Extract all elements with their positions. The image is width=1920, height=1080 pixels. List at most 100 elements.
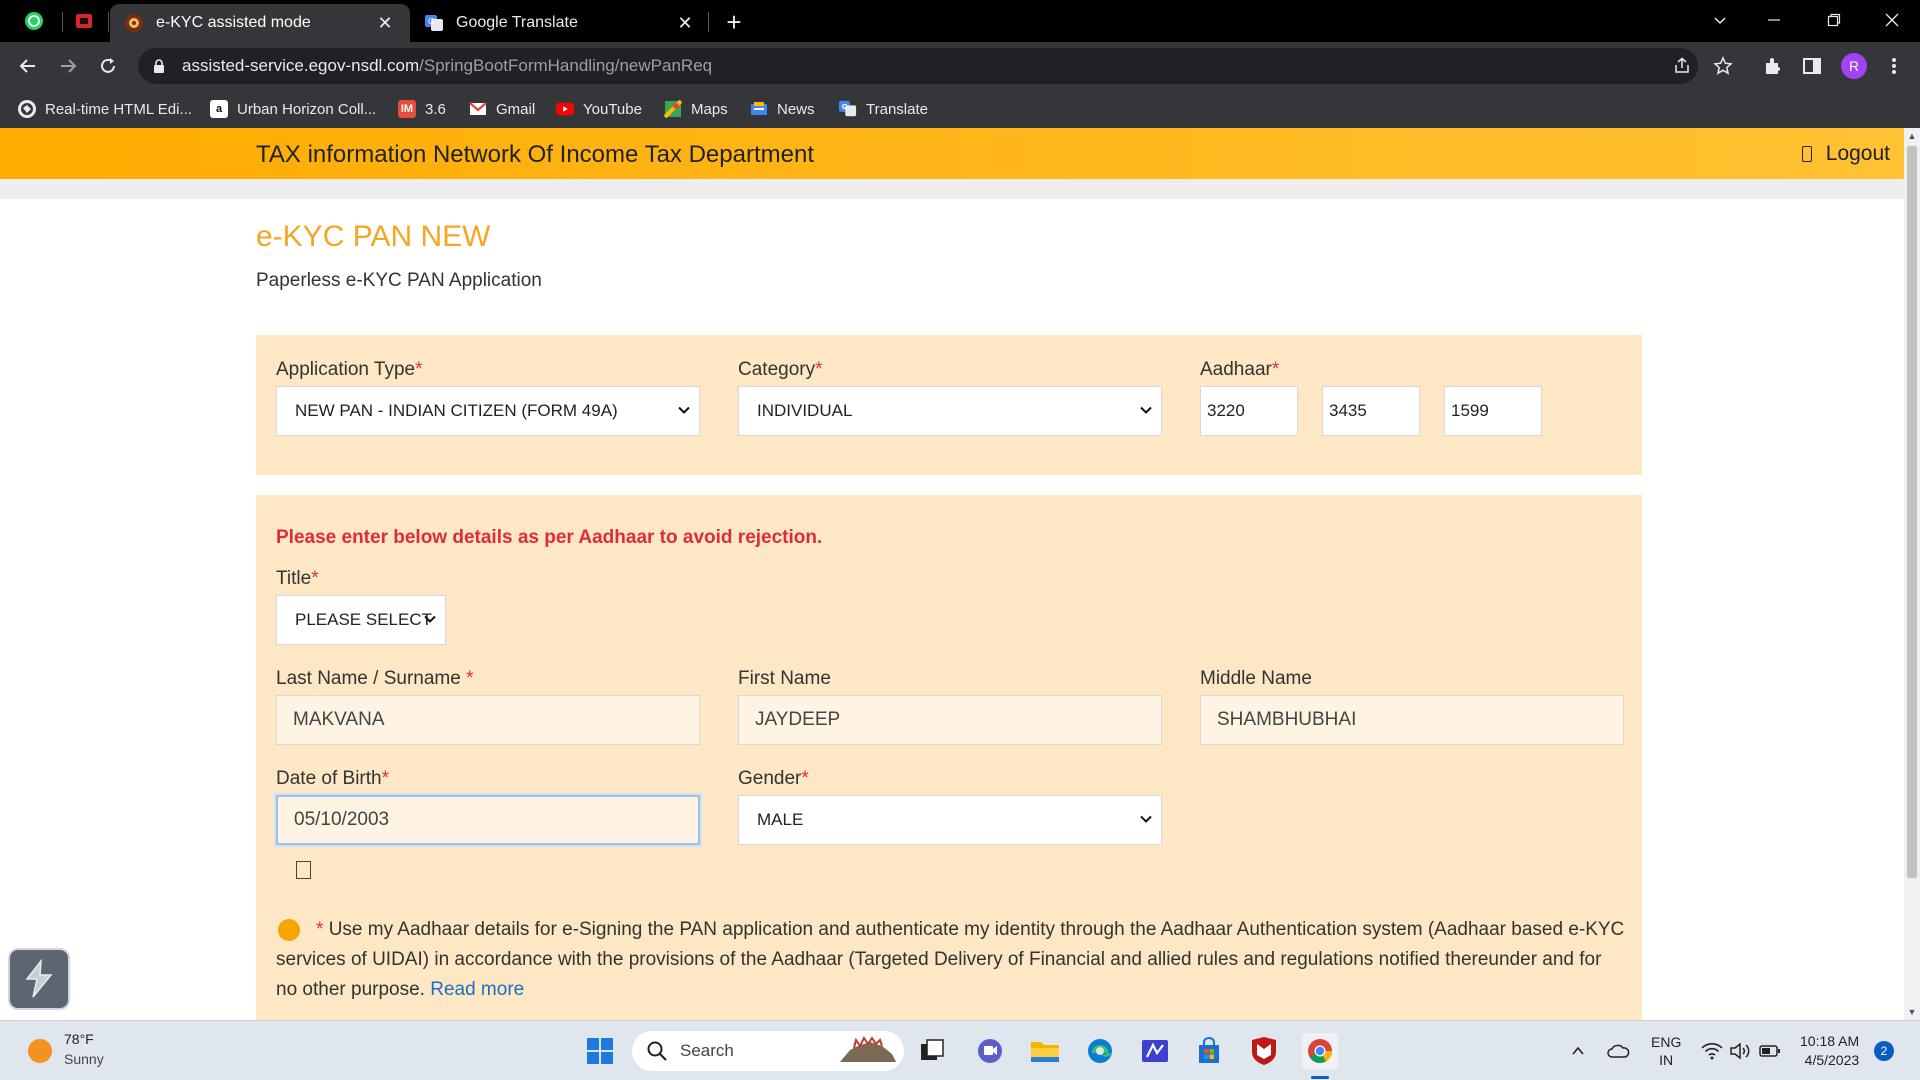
required-mark: * xyxy=(311,568,319,589)
edge-browser-button[interactable] xyxy=(1082,1033,1118,1069)
microsoft-store-button[interactable] xyxy=(1191,1033,1227,1069)
task-view-button[interactable] xyxy=(914,1033,950,1069)
volume-button[interactable] xyxy=(1728,1039,1752,1063)
battery-button[interactable] xyxy=(1758,1039,1782,1063)
profile-avatar[interactable]: R xyxy=(1841,53,1867,79)
restore-icon xyxy=(1827,13,1841,27)
im-icon: IM xyxy=(398,100,416,118)
nsdl-favicon-icon xyxy=(124,13,144,33)
search-placeholder: Search xyxy=(680,1041,734,1060)
bookmark-im[interactable]: IM 3.6 xyxy=(398,98,446,120)
close-icon[interactable]: ✕ xyxy=(674,12,696,34)
minimize-button[interactable] xyxy=(1746,0,1802,40)
required-mark: * xyxy=(316,919,324,940)
scroll-up-arrow-icon[interactable]: ▲ xyxy=(1904,128,1920,144)
last-name-input[interactable]: MAKVANA xyxy=(276,695,700,745)
bookmark-news[interactable]: News xyxy=(750,98,815,120)
tab-separator xyxy=(708,12,709,32)
required-mark: * xyxy=(415,359,423,380)
bookmark-urban-horizon[interactable]: a Urban Horizon Coll... xyxy=(210,98,376,120)
kebab-menu-icon[interactable] xyxy=(1882,54,1906,78)
show-hidden-icons-button[interactable] xyxy=(1568,1039,1588,1063)
category-select[interactable]: INDIVIDUAL xyxy=(738,386,1162,436)
teams-chat-button[interactable] xyxy=(972,1033,1008,1069)
arrow-left-icon xyxy=(19,59,35,73)
editor-app-button[interactable] xyxy=(1137,1033,1173,1069)
read-more-link[interactable]: Read more xyxy=(430,979,524,1000)
floating-app-button[interactable] xyxy=(10,950,68,1008)
bookmark-maps[interactable]: Maps xyxy=(664,98,728,120)
chevron-down-icon xyxy=(677,403,691,417)
globe-icon xyxy=(18,100,36,118)
bookmark-realtime-html[interactable]: Real-time HTML Edi... xyxy=(18,98,192,120)
aadhaar-part2-input[interactable]: 3435 xyxy=(1322,386,1420,436)
middle-name-label: Middle Name xyxy=(1200,668,1312,689)
gmail-icon xyxy=(469,100,487,118)
forward-button[interactable] xyxy=(52,50,84,82)
page-title: e-KYC PAN NEW xyxy=(256,220,491,253)
file-explorer-button[interactable] xyxy=(1027,1033,1063,1069)
scrollbar-thumb[interactable] xyxy=(1907,146,1917,878)
dob-label: Date of Birth* xyxy=(276,768,389,790)
bookmark-label: Gmail xyxy=(496,100,536,118)
side-panel-icon[interactable] xyxy=(1800,54,1824,78)
youtube-icon xyxy=(556,100,574,118)
pinned-tab-app[interactable] xyxy=(70,7,98,35)
tab-title: Google Translate xyxy=(456,14,578,31)
aadhaar-label: Aadhaar* xyxy=(1200,359,1279,381)
start-button[interactable] xyxy=(582,1033,618,1069)
logout-link[interactable]: Logout xyxy=(1801,142,1890,166)
application-type-select[interactable]: NEW PAN - INDIAN CITIZEN (FORM 49A) xyxy=(276,386,700,436)
taskbar-search[interactable]: Search xyxy=(632,1031,904,1071)
address-bar[interactable]: assisted-service.egov-nsdl.com/SpringBoo… xyxy=(138,48,1698,84)
select-value: PLEASE SELECT xyxy=(295,610,433,629)
back-button[interactable] xyxy=(12,50,44,82)
label-text: Aadhaar xyxy=(1200,359,1272,380)
edge-icon xyxy=(1088,1039,1112,1063)
weather-description[interactable]: Sunny xyxy=(64,1051,104,1067)
aadhaar-part1-input[interactable]: 3220 xyxy=(1200,386,1298,436)
tab-search-button[interactable] xyxy=(1692,0,1748,40)
pinned-tab-whatsapp[interactable] xyxy=(20,7,48,35)
middle-name-input[interactable]: SHAMBHUBHAI xyxy=(1200,695,1624,745)
close-window-button[interactable] xyxy=(1864,0,1920,40)
mcafee-button[interactable] xyxy=(1246,1033,1282,1069)
aadhaar-part3-input[interactable]: 1599 xyxy=(1444,386,1542,436)
first-name-input[interactable]: JAYDEEP xyxy=(738,695,1162,745)
chevron-up-icon xyxy=(1572,1046,1584,1055)
system-clock[interactable]: 10:18 AM 4/5/2023 xyxy=(1800,1032,1859,1070)
onedrive-button[interactable] xyxy=(1604,1039,1632,1063)
new-tab-button[interactable]: + xyxy=(720,7,748,37)
wifi-button[interactable] xyxy=(1700,1039,1724,1063)
extensions-icon[interactable] xyxy=(1760,54,1784,78)
dob-checkbox[interactable] xyxy=(296,861,311,879)
tab-google-translate[interactable]: G Google Translate ✕ xyxy=(410,4,710,42)
bookmark-youtube[interactable]: YouTube xyxy=(556,98,642,120)
search-icon xyxy=(647,1041,667,1061)
bookmarks-bar: Real-time HTML Edi... a Urban Horizon Co… xyxy=(0,90,1920,128)
gender-select[interactable]: MALE xyxy=(738,795,1162,845)
bookmark-star-icon[interactable] xyxy=(1711,54,1735,78)
reload-button[interactable] xyxy=(92,50,124,82)
share-icon[interactable] xyxy=(1672,56,1692,76)
notification-badge[interactable]: 2 xyxy=(1874,1041,1894,1061)
restore-button[interactable] xyxy=(1806,0,1862,40)
battery-icon xyxy=(1759,1045,1780,1057)
logout-icon xyxy=(1801,146,1812,162)
tab-ekyc[interactable]: e-KYC assisted mode ✕ xyxy=(110,4,410,42)
chrome-button[interactable] xyxy=(1302,1033,1338,1069)
scroll-down-arrow-icon[interactable]: ▼ xyxy=(1904,1004,1920,1020)
input-language-indicator[interactable]: ENG IN xyxy=(1651,1033,1681,1069)
required-mark: * xyxy=(466,668,474,689)
bookmark-translate[interactable]: G Translate xyxy=(839,98,928,120)
bookmark-gmail[interactable]: Gmail xyxy=(469,98,535,120)
sun-icon[interactable] xyxy=(28,1039,52,1063)
header-divider xyxy=(0,179,1904,199)
dob-input[interactable]: 05/10/2003 xyxy=(276,795,700,845)
weather-temperature[interactable]: 78°F xyxy=(64,1031,94,1047)
title-select[interactable]: PLEASE SELECT xyxy=(276,595,446,645)
lock-icon[interactable] xyxy=(152,59,166,73)
page-scrollbar[interactable]: ▲ ▼ xyxy=(1904,128,1920,1020)
site-header: TAX information Network Of Income Tax De… xyxy=(0,128,1904,179)
close-icon[interactable]: ✕ xyxy=(374,12,396,34)
